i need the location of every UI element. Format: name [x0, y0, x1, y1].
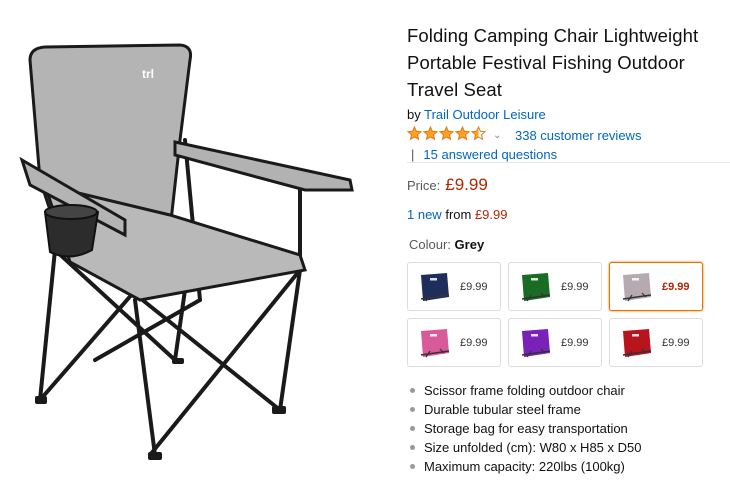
product-details: Folding Camping Chair Lightweight Portab… [406, 22, 725, 163]
feature-bullet: Scissor frame folding outdoor chair [410, 381, 641, 400]
price-value: £9.99 [445, 175, 488, 194]
by-prefix: by [407, 107, 421, 122]
swatch-price: £9.99 [662, 280, 690, 293]
colour-swatch[interactable]: £9.99 [508, 262, 602, 311]
customer-reviews-link[interactable]: 338 customer reviews [515, 128, 641, 143]
feature-bullet: Storage bag for easy transportation [410, 419, 641, 438]
bullet-dot-icon [410, 445, 415, 450]
chair-thumbnail-icon [622, 272, 652, 301]
brand-logo: trl [142, 67, 154, 81]
feature-bullets: Scissor frame folding outdoor chair Durab… [410, 381, 641, 476]
star-icon [454, 125, 471, 144]
chair-thumbnail-icon [420, 328, 450, 357]
star-rating-icon[interactable] [406, 125, 487, 144]
colour-swatch[interactable]: £9.99 [508, 318, 602, 367]
bullet-dot-icon [410, 426, 415, 431]
bullet-dot-icon [410, 388, 415, 393]
swatch-price: £9.99 [662, 336, 690, 349]
answered-questions-link[interactable]: 15 answered questions [423, 146, 557, 163]
feature-text: Maximum capacity: 220lbs (100kg) [424, 459, 625, 474]
star-icon [406, 125, 423, 144]
feature-bullet: Maximum capacity: 220lbs (100kg) [410, 457, 641, 476]
star-icon [422, 125, 439, 144]
product-title: Folding Camping Chair Lightweight Portab… [407, 25, 699, 100]
divider [407, 162, 730, 163]
qa-row: | 15 answered questions [407, 146, 725, 163]
swatch-price: £9.99 [561, 336, 589, 349]
swatch-price: £9.99 [561, 280, 589, 293]
product-main-image[interactable]: trl [0, 0, 395, 481]
chair-thumbnail-icon [521, 272, 551, 301]
feature-text: Durable tubular steel frame [424, 402, 581, 417]
colour-swatch[interactable]: £9.99 [609, 318, 703, 367]
rating-row: ⌄ 338 customer reviews [406, 125, 725, 144]
colour-row: Colour: Grey [409, 237, 484, 252]
chair-thumbnail-icon [622, 328, 652, 357]
separator: | [411, 147, 415, 162]
feature-text: Scissor frame folding outdoor chair [424, 383, 625, 398]
colour-label: Colour: [409, 237, 451, 252]
chair-thumbnail-icon [521, 328, 551, 357]
swatch-price: £9.99 [460, 336, 488, 349]
bullet-dot-icon [410, 407, 415, 412]
colour-swatch[interactable]: £9.99 [609, 262, 703, 311]
new-offer-price: £9.99 [474, 207, 508, 222]
byline: by Trail Outdoor Leisure [407, 106, 725, 123]
feature-bullet: Size unfolded (cm): W80 x H85 x D50 [410, 438, 641, 457]
colour-swatch[interactable]: £9.99 [407, 318, 501, 367]
colour-swatch[interactable]: £9.99 [407, 262, 501, 311]
chair-thumbnail-icon [420, 272, 450, 301]
colour-selected-value: Grey [454, 237, 485, 252]
colour-swatches: £9.99 £9.99 £9.99 £9.99 £9.99 £9.99 [407, 262, 705, 367]
from-text: from [445, 207, 472, 222]
feature-bullet: Durable tubular steel frame [410, 400, 641, 419]
swatch-price: £9.99 [460, 280, 488, 293]
feature-text: Size unfolded (cm): W80 x H85 x D50 [424, 440, 642, 455]
star-icon [438, 125, 455, 144]
bullet-dot-icon [410, 464, 415, 469]
chevron-down-icon[interactable]: ⌄ [493, 130, 505, 141]
feature-text: Storage bag for easy transportation [424, 421, 628, 436]
price-row: Price: £9.99 [407, 175, 488, 195]
new-offers-row: 1 new from £9.99 [407, 207, 508, 222]
new-offers-link[interactable]: 1 new [407, 207, 442, 222]
folding-chair-image: trl [19, 43, 354, 460]
brand-link[interactable]: Trail Outdoor Leisure [424, 107, 546, 122]
star-icon [470, 125, 487, 144]
price-label: Price: [407, 178, 441, 193]
